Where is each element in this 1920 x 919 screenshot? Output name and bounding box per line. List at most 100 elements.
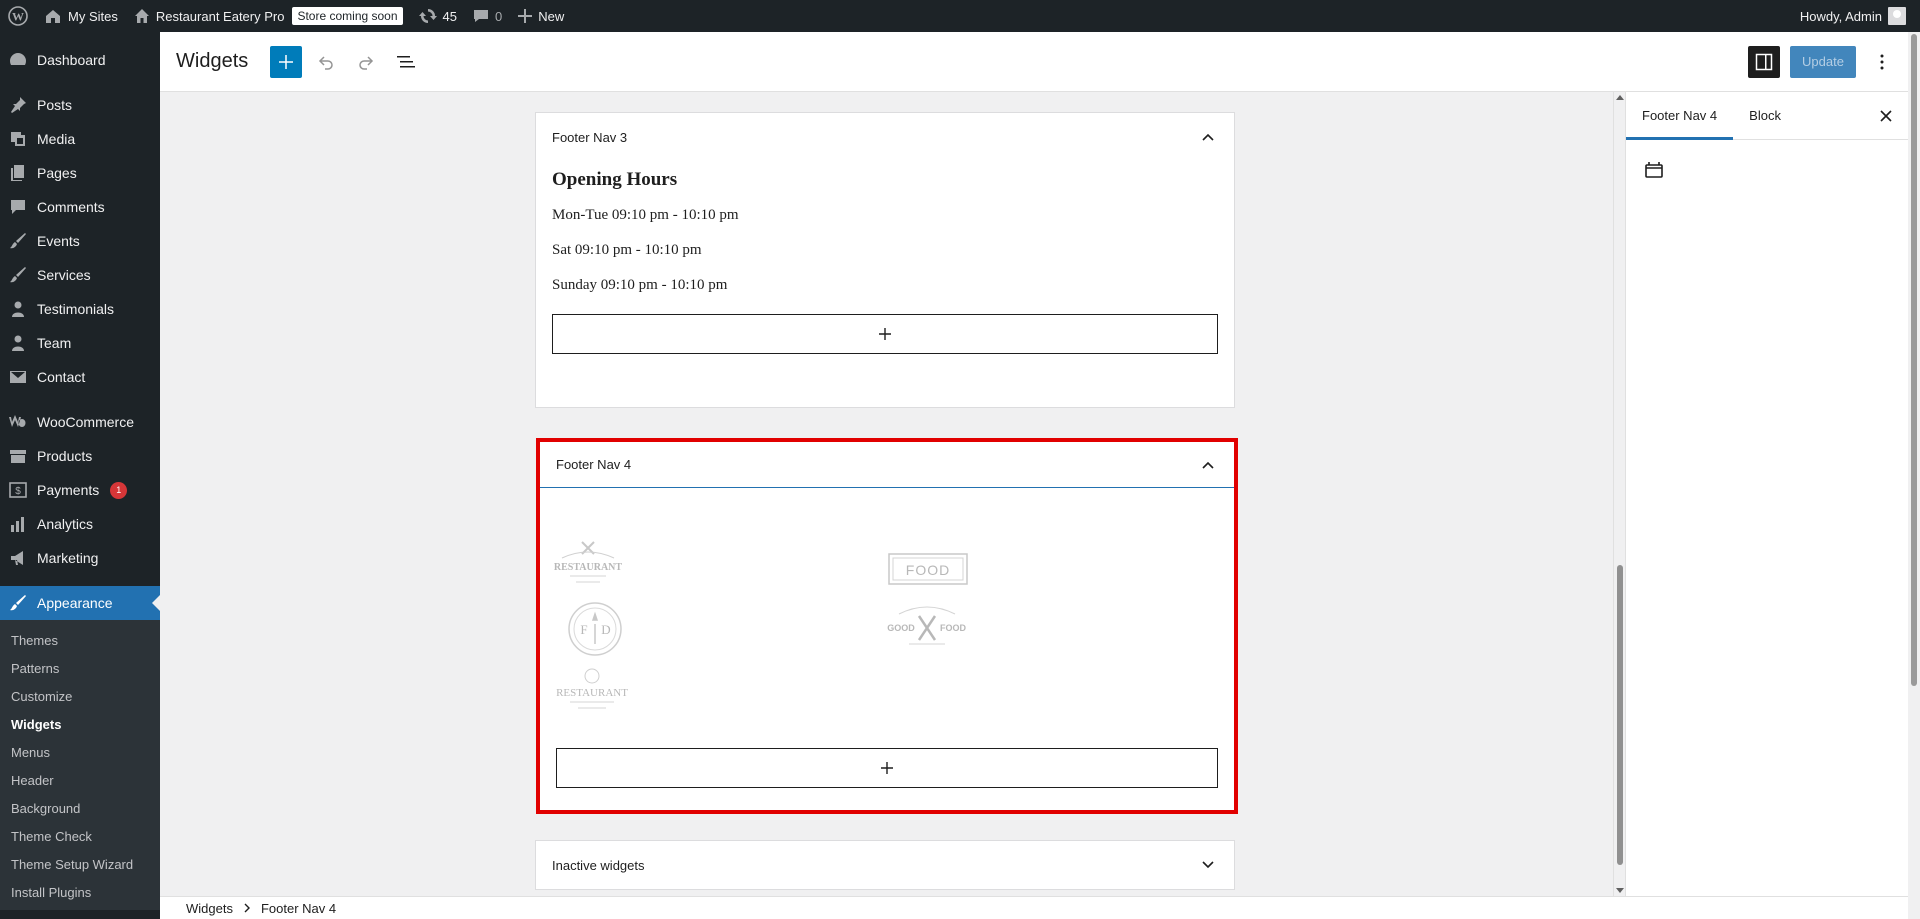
updates-link[interactable]: 45 (411, 0, 465, 32)
plus-icon (279, 54, 294, 69)
sidebar-item-label: Contact (37, 369, 86, 385)
media-icon (8, 129, 28, 149)
canvas-scrollbar[interactable] (1613, 92, 1625, 896)
sidebar-item-payments[interactable]: $ Payments 1 (0, 473, 160, 507)
svg-text:W: W (12, 10, 24, 24)
list-view-button[interactable] (390, 46, 422, 78)
widget-area-title: Footer Nav 4 (556, 457, 632, 472)
sidebar-item-label: Pages (37, 165, 77, 181)
sidebar-item-team[interactable]: Team (0, 326, 160, 360)
wordpress-logo[interactable]: W (0, 0, 36, 32)
submenu-item-install-plugins[interactable]: Install Plugins (0, 878, 160, 906)
sidebar-item-posts[interactable]: Posts (0, 88, 160, 122)
sidebar-item-appearance[interactable]: Appearance (0, 586, 160, 620)
sidebar-item-testimonials[interactable]: Testimonials (0, 292, 160, 326)
submenu-item-menus[interactable]: Menus (0, 738, 160, 766)
submenu-item-customize[interactable]: Customize (0, 682, 160, 710)
sidebar-item-label: WooCommerce (37, 414, 134, 430)
chevron-down-icon[interactable] (1198, 855, 1218, 875)
sidebar-item-marketing[interactable]: Marketing (0, 541, 160, 575)
brush-icon (8, 231, 28, 251)
sidebar-item-events[interactable]: Events (0, 224, 160, 258)
new-content-menu[interactable]: New (510, 0, 572, 32)
widget-area-header[interactable]: Footer Nav 3 (536, 113, 1234, 161)
scroll-up-arrow-icon[interactable] (1616, 94, 1624, 100)
svg-text:F: F (580, 622, 587, 637)
restaurant-logo-2[interactable]: RESTAURANT (550, 666, 634, 714)
sidebar-item-label: Appearance (37, 595, 113, 611)
logo-gallery[interactable]: RESTAURANT FOOD F D GOOD FOOD RESTAURANT (540, 488, 1234, 738)
scroll-down-arrow-icon[interactable] (1616, 888, 1624, 894)
sidebar-item-contact[interactable]: Contact (0, 360, 160, 394)
chevron-up-icon[interactable] (1198, 455, 1218, 475)
widget-area-header[interactable]: Footer Nav 4 (540, 442, 1234, 488)
tab-block[interactable]: Block (1733, 92, 1797, 140)
sidebar-item-woocommerce[interactable]: WooCommerce (0, 405, 160, 439)
chevron-up-icon[interactable] (1198, 127, 1218, 147)
sidebar-item-label: Products (37, 448, 93, 464)
hours-line[interactable]: Sunday 09:10 pm - 10:10 pm (552, 277, 1218, 294)
restaurant-logo[interactable]: RESTAURANT (552, 538, 624, 588)
widget-area-header[interactable]: Inactive widgets (536, 841, 1234, 889)
widget-area-block-icon (1645, 162, 1663, 178)
undo-button[interactable] (310, 46, 342, 78)
sidebar-item-dashboard[interactable]: Dashboard (0, 43, 160, 77)
sidebar-item-comments[interactable]: Comments (0, 190, 160, 224)
page-scroll-thumb[interactable] (1911, 34, 1917, 686)
my-sites-menu[interactable]: My Sites (36, 0, 126, 32)
opening-hours-heading[interactable]: Opening Hours (552, 169, 1218, 191)
site-name-menu[interactable]: Restaurant Eatery Pro Store coming soon (126, 0, 411, 32)
submenu-item-theme-setup-wizard[interactable]: Theme Setup Wizard (0, 850, 160, 878)
fd-emblem-logo[interactable]: F D (566, 600, 624, 658)
submenu-item-widgets[interactable]: Widgets (0, 710, 160, 738)
submenu-item-themes[interactable]: Themes (0, 626, 160, 654)
sidebar-item-label: Marketing (37, 550, 99, 566)
sidebar-item-label: Posts (37, 97, 73, 113)
sidebar-item-pages[interactable]: Pages (0, 156, 160, 190)
mail-icon (8, 367, 28, 387)
plus-icon (881, 762, 893, 774)
block-inserter-button[interactable] (270, 45, 303, 78)
submenu-item-patterns[interactable]: Patterns (0, 654, 160, 682)
home-icon (134, 9, 149, 23)
tab-widget-area[interactable]: Footer Nav 4 (1626, 92, 1733, 140)
sidebar-item-services[interactable]: Services (0, 258, 160, 292)
woo-icon (8, 412, 28, 432)
sidebar-item-label: Testimonials (37, 301, 115, 317)
hours-line[interactable]: Mon-Tue 09:10 pm - 10:10 pm (552, 207, 1218, 224)
megaphone-icon (8, 548, 28, 568)
submenu-item-background[interactable]: Background (0, 794, 160, 822)
food-logo[interactable]: FOOD (887, 548, 969, 588)
store-status-badge[interactable]: Store coming soon (292, 7, 403, 25)
update-button[interactable]: Update (1790, 45, 1856, 78)
editor-header: Widgets Update (160, 32, 1920, 92)
block-appender-button[interactable] (556, 748, 1218, 788)
submenu-item-header[interactable]: Header (0, 766, 160, 794)
comments-link[interactable]: 0 (465, 0, 510, 32)
person-icon (8, 333, 28, 353)
close-settings-button[interactable] (1868, 98, 1904, 134)
page-scrollbar[interactable] (1908, 32, 1920, 919)
dashboard-icon (8, 50, 28, 70)
sidebar-item-media[interactable]: Media (0, 122, 160, 156)
scroll-thumb[interactable] (1617, 565, 1623, 865)
good-food-logo[interactable]: GOOD FOOD (885, 600, 969, 654)
archive-icon (8, 446, 28, 466)
breadcrumb-root[interactable]: Widgets (186, 901, 233, 916)
redo-button[interactable] (350, 46, 382, 78)
more-vertical-icon (1880, 54, 1884, 69)
breadcrumb-current[interactable]: Footer Nav 4 (261, 901, 336, 916)
options-button[interactable] (1866, 46, 1898, 78)
svg-text:GOOD: GOOD (887, 623, 915, 633)
settings-toggle-button[interactable] (1748, 45, 1780, 78)
site-name-label: Restaurant Eatery Pro (155, 8, 285, 24)
svg-text:$: $ (15, 486, 21, 497)
widgets-canvas: Footer Nav 3 Opening Hours Mon-Tue 09:10… (160, 92, 1613, 896)
appearance-submenu: Themes Patterns Customize Widgets Menus … (0, 620, 160, 910)
block-appender-button[interactable] (552, 314, 1218, 354)
submenu-item-theme-check[interactable]: Theme Check (0, 822, 160, 850)
hours-line[interactable]: Sat 09:10 pm - 10:10 pm (552, 242, 1218, 259)
sidebar-item-analytics[interactable]: Analytics (0, 507, 160, 541)
account-menu[interactable]: Howdy, Admin (1792, 0, 1920, 32)
sidebar-item-products[interactable]: Products (0, 439, 160, 473)
